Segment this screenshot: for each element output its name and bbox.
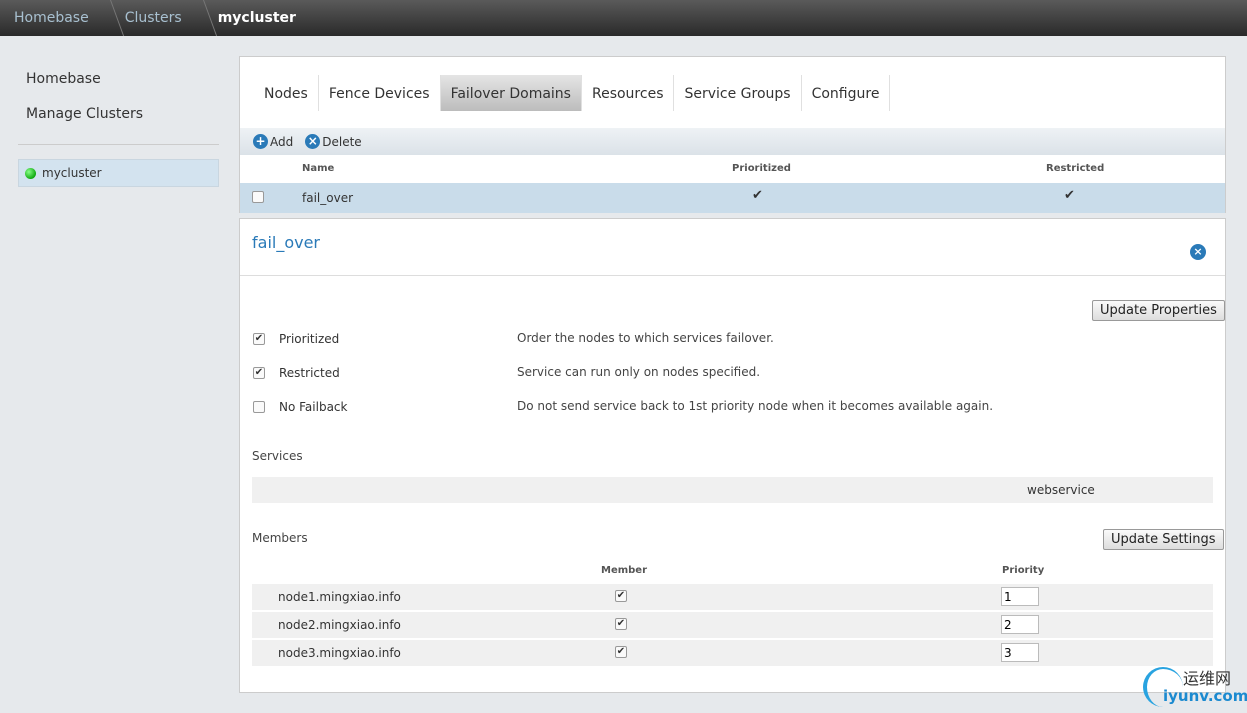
tab-resources[interactable]: Resources <box>582 75 675 111</box>
delete-button[interactable]: × Delete <box>305 134 362 149</box>
restricted-label: Restricted <box>279 366 340 380</box>
sidebar-manage-clusters[interactable]: Manage Clusters <box>18 95 219 130</box>
member-checkbox[interactable]: ✔ <box>615 618 627 630</box>
member-checkbox[interactable]: ✔ <box>615 590 627 602</box>
col-member: Member <box>601 565 648 576</box>
row-checkbox[interactable] <box>252 191 264 203</box>
sidebar-homebase[interactable]: Homebase <box>18 60 219 95</box>
node-name: node3.mingxiao.info <box>278 646 401 660</box>
tab-fence-devices[interactable]: Fence Devices <box>319 75 441 111</box>
no-failback-label: No Failback <box>279 400 348 414</box>
watermark-url: iyunv.com <box>1163 687 1247 705</box>
breadcrumb-clusters[interactable]: Clusters <box>111 0 204 36</box>
add-label: Add <box>270 134 294 149</box>
domains-panel: Nodes Fence Devices Failover Domains Res… <box>239 56 1226 213</box>
col-name[interactable]: Name <box>302 163 334 174</box>
close-icon[interactable]: × <box>1190 244 1206 260</box>
member-row: node1.mingxiao.info ✔ <box>252 584 1213 610</box>
prioritized-label: Prioritized <box>279 332 340 346</box>
member-checkbox[interactable]: ✔ <box>615 646 627 658</box>
members-label: Members <box>252 531 308 545</box>
breadcrumb-current: mycluster <box>217 10 296 26</box>
check-icon: ✔ <box>1064 188 1075 203</box>
tab-configure[interactable]: Configure <box>802 75 891 111</box>
restricted-desc: Service can run only on nodes specified. <box>517 365 761 379</box>
update-settings-button[interactable]: Update Settings <box>1103 529 1224 550</box>
services-row: webservice <box>252 477 1213 503</box>
col-priority: Priority <box>1002 565 1045 576</box>
tab-nodes[interactable]: Nodes <box>254 75 319 111</box>
restricted-checkbox[interactable]: ✔ <box>253 367 265 379</box>
sidebar-cluster-item[interactable]: mycluster <box>18 159 219 187</box>
services-label: Services <box>252 449 303 463</box>
x-circle-icon: × <box>305 134 321 149</box>
update-properties-button[interactable]: Update Properties <box>1092 300 1225 321</box>
watermark-logo: 运维网 iyunv.com <box>1143 665 1247 710</box>
service-name: webservice <box>1027 483 1095 497</box>
priority-input[interactable] <box>1001 615 1039 634</box>
check-icon: ✔ <box>752 188 763 203</box>
table-row[interactable]: fail_over ✔ ✔ <box>240 183 1225 213</box>
table-header: Name Prioritized Restricted <box>240 155 1225 183</box>
status-ok-icon <box>25 167 36 179</box>
add-button[interactable]: + Add <box>253 134 293 149</box>
watermark-cn: 运维网 <box>1183 669 1232 688</box>
divider <box>240 275 1225 276</box>
no-failback-desc: Do not send service back to 1st priority… <box>517 399 994 413</box>
no-failback-checkbox[interactable] <box>253 401 265 413</box>
sidebar: Homebase Manage Clusters mycluster <box>18 60 219 187</box>
tab-failover-domains[interactable]: Failover Domains <box>440 75 582 111</box>
domain-detail-panel: fail_over × Update Properties ✔ Prioritiz… <box>239 218 1226 693</box>
tab-service-groups[interactable]: Service Groups <box>674 75 802 111</box>
detail-title: fail_over <box>252 233 321 252</box>
node-name: node2.mingxiao.info <box>278 618 401 632</box>
plus-icon: + <box>253 134 268 149</box>
node-name: node1.mingxiao.info <box>278 590 401 604</box>
member-row: node2.mingxiao.info ✔ <box>252 612 1213 638</box>
delete-label: Delete <box>322 134 362 149</box>
priority-input[interactable] <box>1001 643 1039 662</box>
prioritized-desc: Order the nodes to which services failov… <box>517 331 774 345</box>
member-row: node3.mingxiao.info ✔ <box>252 640 1213 666</box>
divider <box>18 144 219 145</box>
prioritized-checkbox[interactable]: ✔ <box>253 333 265 345</box>
col-restricted[interactable]: Restricted <box>1046 163 1104 174</box>
col-prioritized[interactable]: Prioritized <box>732 163 791 174</box>
toolbar: + Add × Delete <box>240 128 1225 155</box>
cluster-name: mycluster <box>42 166 102 180</box>
row-name: fail_over <box>302 191 354 205</box>
priority-input[interactable] <box>1001 587 1039 606</box>
breadcrumb: Homebase Clusters mycluster <box>0 0 1247 36</box>
breadcrumb-homebase[interactable]: Homebase <box>0 0 111 36</box>
